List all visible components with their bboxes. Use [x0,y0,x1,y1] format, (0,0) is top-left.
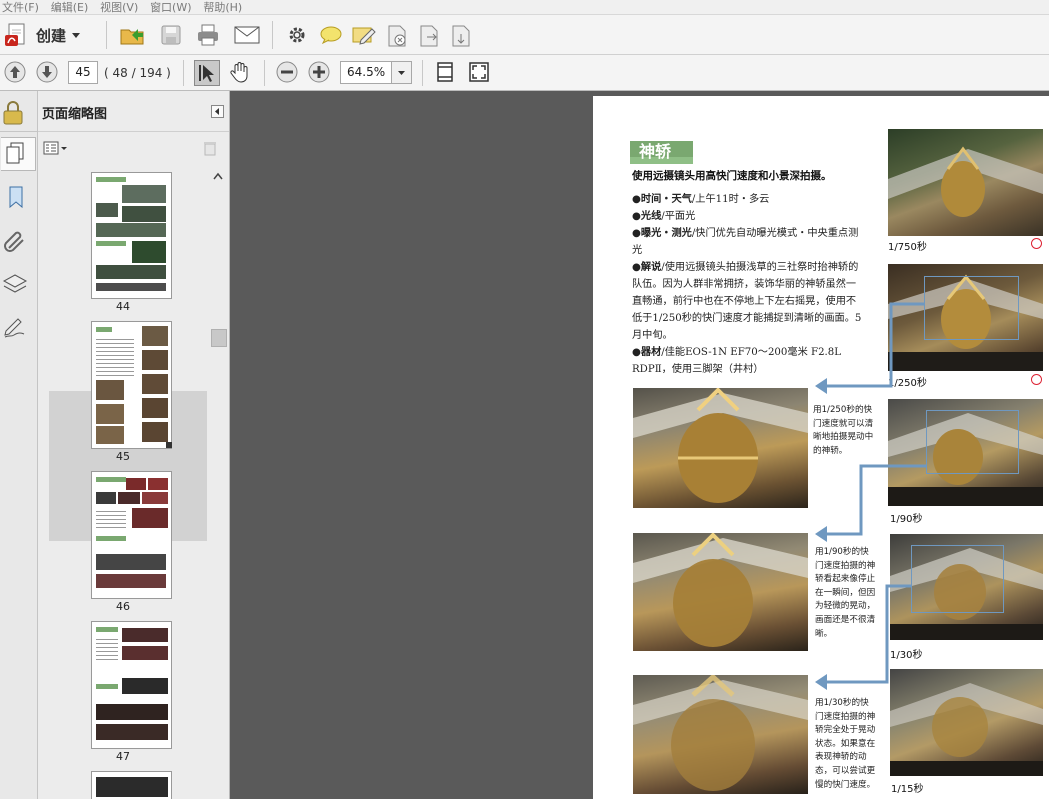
attachment-icon[interactable] [2,228,28,254]
thumbnail-page-48[interactable] [91,771,172,799]
fit-page-icon[interactable] [435,61,455,83]
zoom-select[interactable]: 64.5% [340,61,412,84]
menu-window[interactable]: 窗口(W) [150,1,191,14]
email-icon[interactable] [234,26,260,44]
settings-icon[interactable] [287,25,307,45]
menu-bar: 文件(F) 编辑(E) 视图(V) 窗口(W) 帮助(H) [0,0,1049,15]
select-tool-icon[interactable] [194,60,220,86]
thumbnail-page-46[interactable] [91,471,172,599]
navigation-toolbar: 45 ( 48 / 194 ) 64.5% [0,55,1049,91]
thumbnail-options-icon[interactable] [43,141,69,155]
create-button-label: 创建 [36,26,67,45]
menu-file[interactable]: 文件(F) [2,1,39,14]
zoom-value: 64.5% [347,65,386,79]
doc-import-icon[interactable] [450,25,472,47]
create-pdf-icon [4,22,30,48]
arrow-up-icon[interactable] [4,61,26,83]
menu-help[interactable]: 帮助(H) [203,1,242,14]
open-folder-icon[interactable] [120,24,146,46]
page-count-label: ( 48 / 194 ) [104,66,171,80]
full-screen-icon[interactable] [468,61,490,83]
thumbnail-list: 44 45 46 47 [38,163,208,799]
thumbnail-page-47[interactable] [91,621,172,749]
page-number-input[interactable]: 45 [68,61,98,84]
chevron-down-icon [72,28,81,42]
create-button[interactable]: 创建 [4,21,81,49]
page-thumbnails-icon[interactable] [1,137,36,171]
thumbnail-page-label: 46 [116,600,130,613]
arrow-down-icon[interactable] [36,61,58,83]
document-page: 神轿 使用远摄镜头用高快门速度和小景深拍摄。 ●时间・天气/上午11时・多云 ●… [593,96,1049,799]
panel-title: 页面缩略图 [42,107,108,122]
delete-page-icon[interactable] [203,140,217,156]
thumbnail-page-44[interactable] [91,172,172,299]
doc-remove-icon[interactable] [386,25,408,47]
zoom-in-icon[interactable] [308,61,330,83]
edit-icon[interactable] [352,25,376,45]
scroll-thumb[interactable] [211,329,227,347]
page-thumbnails-panel: 页面缩略图 44 45 46 47 [38,91,230,799]
signature-icon[interactable] [2,313,28,339]
scroll-up-icon[interactable] [213,169,223,183]
main-toolbar: 创建 [0,15,1049,55]
chevron-down-icon[interactable] [391,62,411,83]
layers-icon[interactable] [2,271,28,297]
menu-view[interactable]: 视图(V) [100,1,138,14]
comment-icon[interactable] [320,26,342,44]
collapse-panel-button[interactable] [211,105,224,118]
lock-icon[interactable] [2,100,24,126]
thumbnail-page-label: 44 [116,300,130,313]
thumbnail-page-label: 45 [116,450,130,463]
hand-tool-icon[interactable] [228,60,252,84]
bookmark-icon[interactable] [4,185,28,209]
thumbnail-scrollbar[interactable] [208,163,229,799]
save-icon[interactable] [160,24,182,46]
thumbnail-page-45[interactable] [91,321,172,449]
navigation-rail [0,91,38,799]
thumbnail-page-label: 47 [116,750,130,763]
zoom-out-icon[interactable] [276,61,298,83]
arrows-overlay [815,302,926,690]
doc-export-icon[interactable] [418,25,440,47]
print-icon[interactable] [196,24,220,46]
menu-edit[interactable]: 编辑(E) [51,1,89,14]
